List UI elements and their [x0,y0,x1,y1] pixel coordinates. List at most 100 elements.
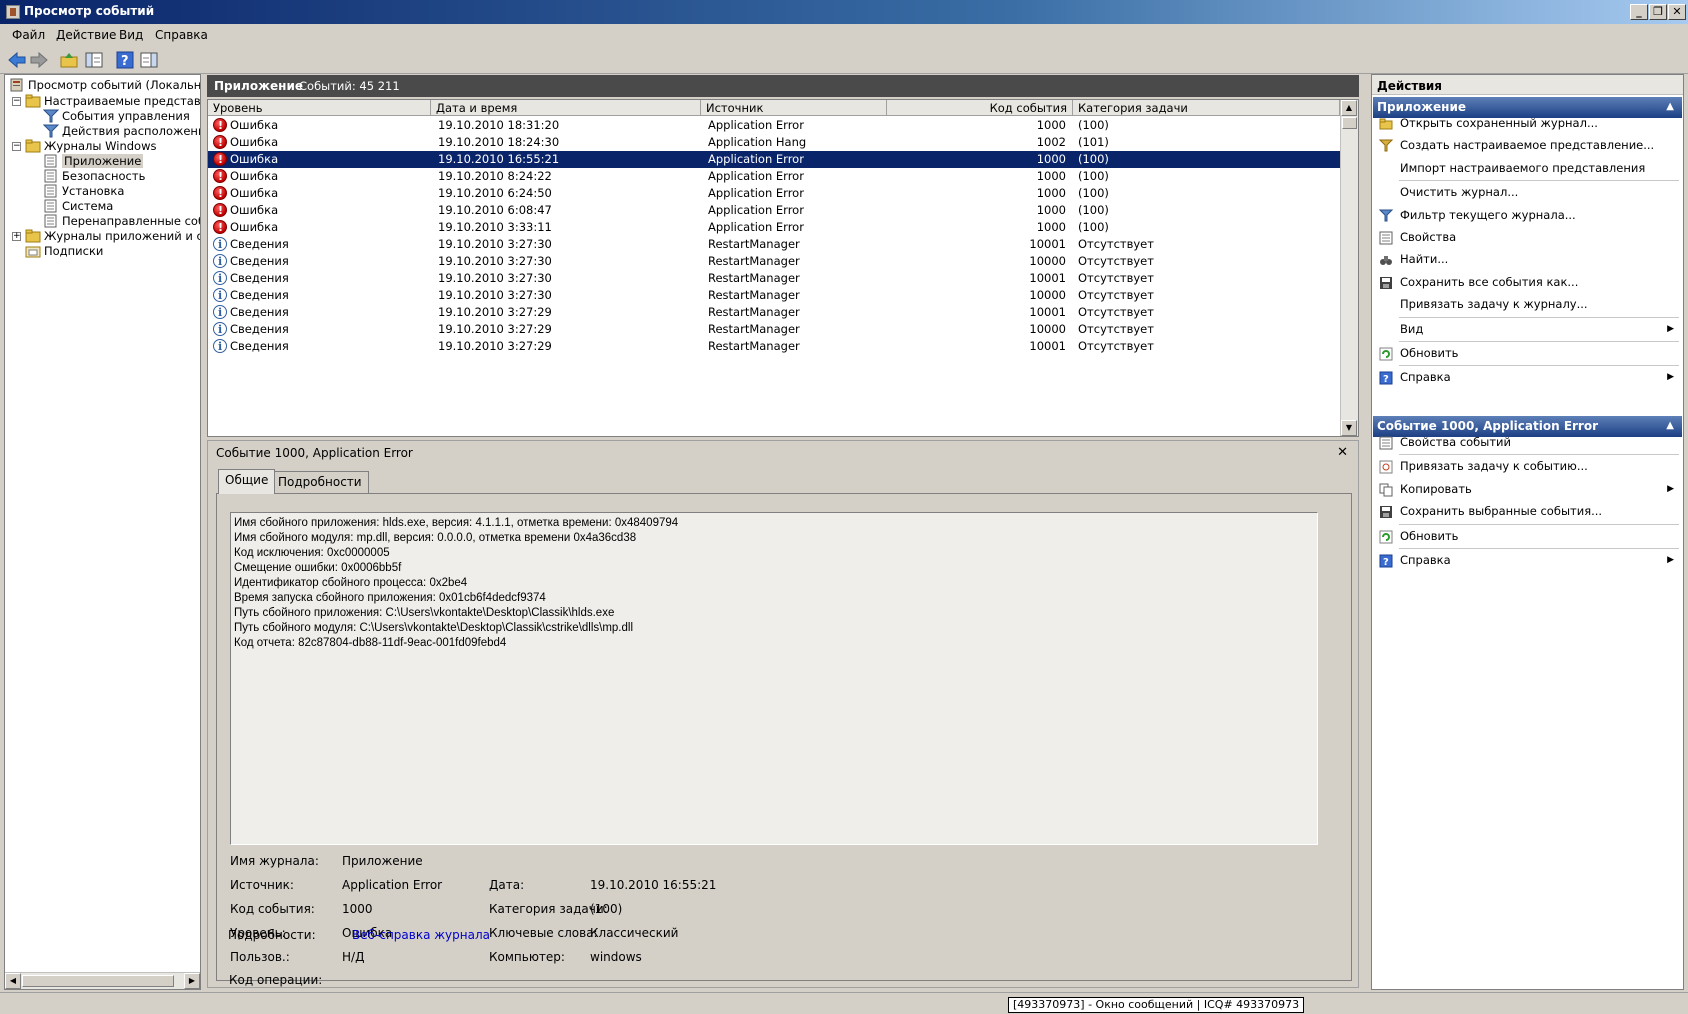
table-row[interactable]: Сведения 19.10.2010 3:27:29 RestartManager… [208,321,1340,338]
col-category[interactable]: Категория задачи [1073,100,1340,116]
cell-level: Сведения [230,254,289,268]
back-icon[interactable] [6,50,28,70]
table-row[interactable]: Ошибка 19.10.2010 16:55:21 Application Err… [208,151,1340,168]
table-row[interactable]: Ошибка 19.10.2010 3:33:11 Application Erro… [208,219,1340,236]
user-value: Н/Д [342,950,365,964]
action-item[interactable]: Сохранить все события как... [1373,271,1682,293]
tree-windows-logs[interactable]: Журналы Windows [25,138,156,154]
tree-root[interactable]: Просмотр событий (Локальный) [9,77,200,93]
tree-custom-views[interactable]: Настраиваемые представлени [25,93,200,109]
cell-source: Application Error [708,186,804,200]
action-item[interactable]: Найти... [1373,248,1682,270]
filter-icon [42,109,60,123]
cell-level: Сведения [230,271,289,285]
scroll-right-icon[interactable]: ▶ [184,973,200,989]
col-event-id[interactable]: Код события [887,100,1073,116]
menu-view[interactable]: Вид [119,28,143,42]
tree-admin-events[interactable]: События управления [42,108,190,124]
show-hide-tree-icon[interactable] [83,50,105,70]
action-item[interactable]: ? Справка ▶ [1373,366,1682,388]
collapse-caret-icon[interactable]: ▲ [1666,101,1674,112]
error-icon [213,202,227,219]
action-item[interactable]: Очистить журнал... [1373,181,1682,203]
action-item[interactable]: Привязать задачу к журналу... [1373,293,1682,315]
action-item[interactable]: ? Справка ▶ [1373,549,1682,571]
action-item[interactable]: Сохранить выбранные события... [1373,500,1682,522]
event-description[interactable]: Имя сбойного приложения: hlds.exe, верси… [230,512,1318,845]
table-row[interactable]: Сведения 19.10.2010 3:27:30 RestartManager… [208,270,1340,287]
error-icon [213,219,227,236]
refresh-icon [1379,529,1393,544]
tree-subscriptions[interactable]: Подписки [25,243,103,259]
tree-horizontal-scrollbar[interactable]: ◀ ▶ [5,972,200,989]
table-row[interactable]: Ошибка 19.10.2010 6:24:50 Application Erro… [208,185,1340,202]
expand-app-service-logs[interactable]: + [12,232,21,241]
tab-details[interactable]: Подробности [271,471,369,493]
cell-level: Ошибка [230,118,279,132]
collapse-windows-logs[interactable]: − [12,142,21,151]
action-item[interactable]: Вид ▶ [1373,318,1682,340]
tree-system[interactable]: Система [43,198,113,214]
col-source[interactable]: Источник [701,100,887,116]
action-item[interactable]: Импорт настраиваемого представления [1373,157,1682,179]
table-row[interactable]: Сведения 19.10.2010 3:27:30 RestartManager… [208,287,1340,304]
table-row[interactable]: Сведения 19.10.2010 3:27:29 RestartManager… [208,338,1340,355]
table-row[interactable]: Сведения 19.10.2010 3:27:30 RestartManager… [208,236,1340,253]
table-row[interactable]: Сведения 19.10.2010 3:27:29 RestartManager… [208,304,1340,321]
forward-icon[interactable] [28,50,50,70]
scroll-left-icon[interactable]: ◀ [5,973,21,989]
action-item[interactable]: Копировать ▶ [1373,478,1682,500]
cell-category: Отсутствует [1078,288,1154,302]
cell-source: RestartManager [708,339,800,353]
scroll-up-icon[interactable]: ▲ [1341,100,1357,116]
collapse-caret-icon[interactable]: ▲ [1666,420,1674,431]
tree-app-service-logs[interactable]: Журналы приложений и служ [25,228,200,244]
tree-setup[interactable]: Установка [43,183,124,199]
tree-application[interactable]: Приложение [43,153,144,169]
table-row[interactable]: Ошибка 19.10.2010 6:08:47 Application Erro… [208,202,1340,219]
scroll-thumb[interactable] [22,975,174,987]
help-icon[interactable]: ? [114,50,136,70]
col-level[interactable]: Уровень [208,100,431,116]
action-item[interactable]: Свойства событий [1373,431,1682,453]
properties-icon [1379,230,1393,245]
action-item[interactable]: Обновить [1373,342,1682,364]
tree-forwarded-events[interactable]: Перенаправленные событ [43,213,200,229]
tree-location-actions[interactable]: Действия расположения [42,123,200,139]
table-row[interactable]: Ошибка 19.10.2010 18:24:30 Application Han… [208,134,1340,151]
action-item[interactable]: Обновить [1373,525,1682,547]
minimize-button[interactable]: _ [1630,4,1648,20]
action-item[interactable]: Привязать задачу к событию... [1373,455,1682,477]
show-hide-actions-icon[interactable] [138,50,160,70]
log-name-label: Имя журнала: [230,854,319,868]
menu-help[interactable]: Справка [155,28,208,42]
tab-general[interactable]: Общие [218,469,276,494]
action-item[interactable]: Свойства [1373,226,1682,248]
event-log-help-link[interactable]: Веб-справка журнала [352,928,490,942]
actions-title: Действия [1372,75,1683,95]
scroll-down-icon[interactable]: ▼ [1341,420,1357,436]
action-label: Привязать задачу к журналу... [1400,297,1588,312]
action-item[interactable]: Фильтр текущего журнала... [1373,204,1682,226]
grid-vertical-scrollbar[interactable]: ▲ ▼ [1340,100,1358,436]
filter-icon [42,124,60,138]
table-row[interactable]: Ошибка 19.10.2010 8:24:22 Application Erro… [208,168,1340,185]
menu-bar: Файл Действие Вид Справка [0,24,1688,46]
cell-event-id: 10000 [1029,322,1066,336]
close-detail-icon[interactable]: ✕ [1337,445,1348,460]
menu-action[interactable]: Действие [56,28,116,42]
col-date[interactable]: Дата и время [431,100,701,116]
action-item[interactable]: Открыть сохраненный журнал... [1373,112,1682,134]
table-row[interactable]: Ошибка 19.10.2010 18:31:20 Application Err… [208,117,1340,134]
grid-header: Уровень Дата и время Источник Код событи… [208,100,1340,116]
close-window-button[interactable]: ✕ [1668,4,1686,20]
restore-button[interactable]: ❐ [1649,4,1667,20]
up-folder-icon[interactable] [58,50,80,70]
collapse-custom-views[interactable]: − [12,97,21,106]
log-name-value: Приложение [342,854,423,868]
tree-security[interactable]: Безопасность [43,168,145,184]
menu-file[interactable]: Файл [12,28,45,42]
action-item[interactable]: Создать настраиваемое представление... [1373,134,1682,156]
table-row[interactable]: Сведения 19.10.2010 3:27:30 RestartManager… [208,253,1340,270]
grid-scroll-thumb[interactable] [1342,117,1357,129]
